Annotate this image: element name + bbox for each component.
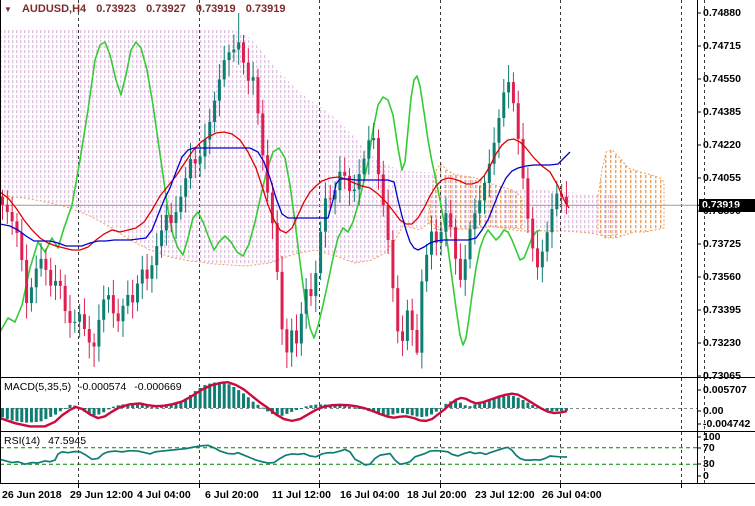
- price-axis-label: 0.74055: [703, 172, 741, 184]
- price-axis-label: 0.74880: [703, 7, 741, 19]
- macd-panel-label: MACD(5,35,5) -0.000574 -0.000669: [4, 381, 182, 393]
- time-axis-label: 26 Jul 04:00: [542, 489, 602, 501]
- rsi-value: 47.5945: [48, 435, 86, 447]
- chart-canvas[interactable]: [0, 0, 755, 506]
- price-axis-label: 0.74385: [703, 106, 741, 118]
- price-axis-label: 0.73065: [703, 370, 741, 382]
- time-axis-label: 16 Jul 04:00: [340, 489, 400, 501]
- time-axis-label: 6 Jul 20:00: [205, 489, 259, 501]
- macd-indicator-name: MACD(5,35,5): [4, 381, 71, 393]
- price-axis-label: 0.74550: [703, 73, 741, 85]
- chart-title: ▼ AUDUSD,H4 0.73923 0.73927 0.73919 0.73…: [4, 3, 285, 15]
- price-axis-label: 0.73230: [703, 337, 741, 349]
- rsi-indicator-name: RSI(14): [4, 435, 40, 447]
- rsi-panel-label: RSI(14) 47.5945: [4, 435, 86, 447]
- macd-axis-label: 0.005707: [703, 384, 747, 396]
- macd-value-1: -0.000574: [79, 381, 126, 393]
- price-axis-label: 0.73395: [703, 304, 741, 316]
- quote-open: 0.73923: [96, 3, 136, 15]
- macd-axis-label: 0.00: [703, 405, 723, 417]
- time-axis-label: 23 Jul 12:00: [475, 489, 535, 501]
- chart-window: ▼ AUDUSD,H4 0.73923 0.73927 0.73919 0.73…: [0, 0, 755, 506]
- quote-close: 0.73919: [246, 3, 286, 15]
- time-axis-label: 11 Jul 12:00: [272, 489, 331, 501]
- quote-low: 0.73919: [196, 3, 236, 15]
- rsi-axis-label: 0: [703, 470, 709, 482]
- price-axis-label: 0.73725: [703, 238, 741, 250]
- price-axis-label: 0.73560: [703, 271, 741, 283]
- rsi-axis-label: 70: [703, 442, 715, 454]
- price-axis-label: 0.73890: [703, 205, 741, 217]
- quote-high: 0.73927: [146, 3, 186, 15]
- macd-axis-label: -0.004742: [703, 418, 750, 430]
- time-axis-label: 18 Jul 20:00: [407, 489, 467, 501]
- time-axis-label: 26 Jun 2018: [2, 489, 62, 501]
- symbol-period-label: AUDUSD,H4: [22, 3, 86, 15]
- macd-value-2: -0.000669: [134, 381, 181, 393]
- price-axis-label: 0.74220: [703, 139, 741, 151]
- time-axis-label: 29 Jun 12:00: [70, 489, 133, 501]
- rsi-axis-label: 30: [703, 458, 715, 470]
- time-axis-label: 4 Jul 04:00: [137, 489, 191, 501]
- price-axis-label: 0.74715: [703, 40, 741, 52]
- symbol-dropdown-icon[interactable]: ▼: [4, 5, 12, 14]
